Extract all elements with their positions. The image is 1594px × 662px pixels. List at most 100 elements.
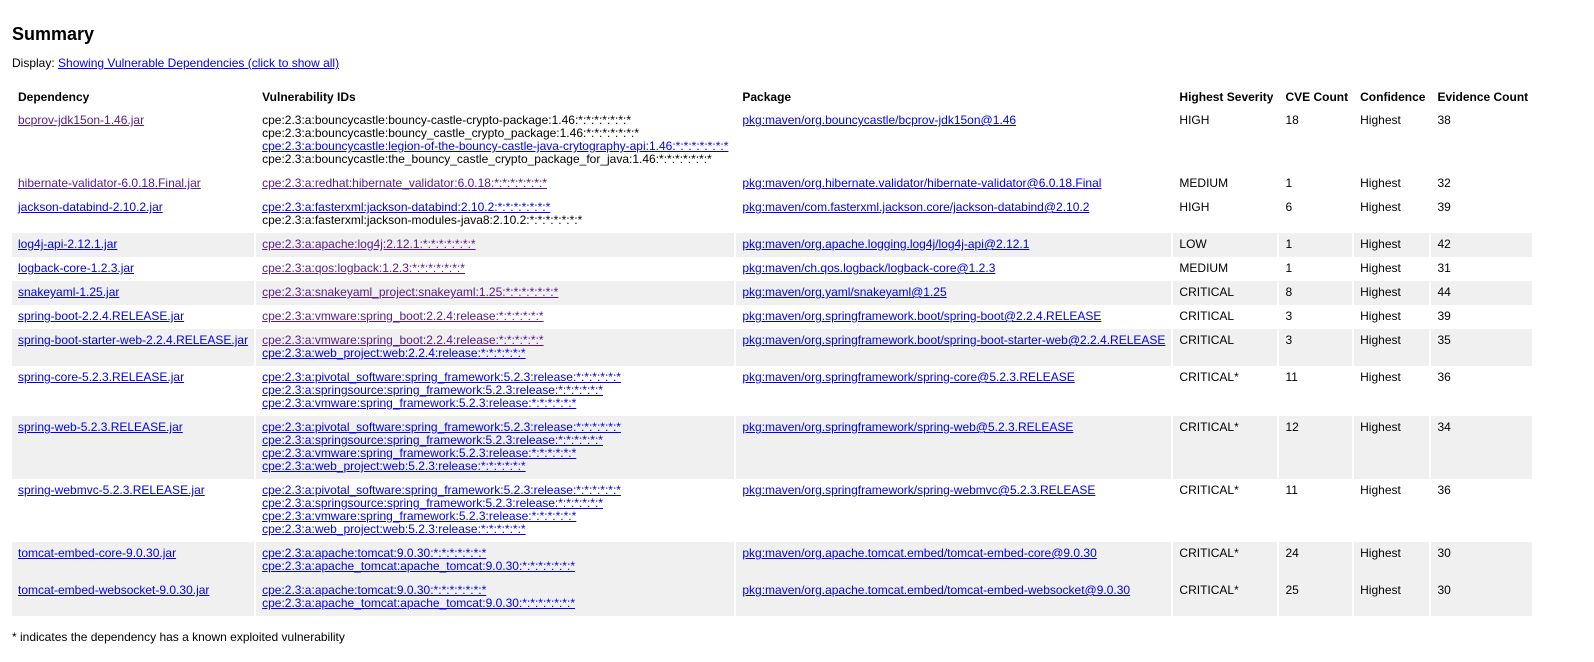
- vulnerability-id-link[interactable]: cpe:2.3:a:apache_tomcat:apache_tomcat:9.…: [262, 560, 728, 573]
- package-cell: pkg:maven/com.fasterxml.jackson.core/jac…: [736, 196, 1174, 233]
- header-vulnerability-ids[interactable]: Vulnerability IDs: [256, 85, 736, 109]
- header-confidence[interactable]: Confidence: [1354, 85, 1431, 109]
- show-all-toggle-link[interactable]: Showing Vulnerable Dependencies (click t…: [58, 56, 339, 70]
- severity-cell: CRITICAL: [1173, 305, 1280, 329]
- package-link[interactable]: pkg:maven/com.fasterxml.jackson.core/jac…: [742, 200, 1089, 214]
- cve-count-cell: 1: [1279, 233, 1355, 257]
- dependency-cell: hibernate-validator-6.0.18.Final.jar: [12, 172, 257, 196]
- package-cell: pkg:maven/org.yaml/snakeyaml@1.25: [736, 281, 1174, 305]
- table-row: spring-web-5.2.3.RELEASE.jar cpe:2.3:a:pi…: [12, 416, 1535, 479]
- package-cell: pkg:maven/org.bouncycastle/bcprov-jdk15o…: [736, 109, 1174, 172]
- cve-count-cell: 12: [1279, 416, 1355, 479]
- header-cve-count[interactable]: CVE Count: [1279, 85, 1354, 109]
- table-row: spring-core-5.2.3.RELEASE.jar cpe:2.3:a:p…: [12, 366, 1535, 416]
- confidence-cell: Highest: [1354, 305, 1432, 329]
- package-cell: pkg:maven/ch.qos.logback/logback-core@1.…: [736, 257, 1174, 281]
- vulnerability-ids-cell: cpe:2.3:a:vmware:spring_boot:2.2.4:relea…: [256, 305, 737, 329]
- dependency-link[interactable]: spring-core-5.2.3.RELEASE.jar: [18, 370, 184, 384]
- package-link[interactable]: pkg:maven/org.apache.tomcat.embed/tomcat…: [742, 546, 1096, 560]
- table-header-row: Dependency Vulnerability IDs Package Hig…: [12, 85, 1534, 109]
- vulnerability-id-link[interactable]: cpe:2.3:a:web_project:web:2.2.4:release:…: [262, 347, 728, 360]
- severity-cell: MEDIUM: [1173, 172, 1280, 196]
- dependency-cell: tomcat-embed-websocket-9.0.30.jar: [12, 579, 257, 616]
- package-cell: pkg:maven/org.springframework/spring-cor…: [736, 366, 1174, 416]
- vulnerability-id-link[interactable]: cpe:2.3:a:qos:logback:1.2.3:*:*:*:*:*:*:…: [262, 262, 728, 275]
- package-link[interactable]: pkg:maven/org.springframework/spring-web…: [742, 420, 1073, 434]
- dependency-link[interactable]: spring-boot-starter-web-2.2.4.RELEASE.ja…: [18, 333, 248, 347]
- vulnerability-id-link[interactable]: cpe:2.3:a:vmware:spring_framework:5.2.3:…: [262, 397, 728, 410]
- table-row: spring-boot-2.2.4.RELEASE.jar cpe:2.3:a:v…: [12, 305, 1535, 329]
- header-dependency[interactable]: Dependency: [12, 85, 256, 109]
- dependency-link[interactable]: log4j-api-2.12.1.jar: [18, 237, 117, 251]
- evidence-count-cell: 42: [1431, 233, 1535, 257]
- cve-count-cell: 3: [1279, 329, 1355, 366]
- dependency-link[interactable]: jackson-databind-2.10.2.jar: [18, 200, 163, 214]
- page-title: Summary: [12, 24, 95, 44]
- package-cell: pkg:maven/org.apache.tomcat.embed/tomcat…: [736, 542, 1174, 579]
- confidence-cell: Highest: [1354, 416, 1432, 479]
- confidence-cell: Highest: [1354, 542, 1432, 579]
- dependency-link[interactable]: tomcat-embed-core-9.0.30.jar: [18, 546, 176, 560]
- vulnerability-id-link[interactable]: cpe:2.3:a:apache_tomcat:apache_tomcat:9.…: [262, 597, 728, 610]
- severity-cell: CRITICAL*: [1173, 416, 1280, 479]
- dependency-link[interactable]: bcprov-jdk15on-1.46.jar: [18, 113, 144, 127]
- cve-count-cell: 6: [1279, 196, 1355, 233]
- severity-cell: LOW: [1173, 233, 1280, 257]
- severity-cell: CRITICAL: [1173, 329, 1280, 366]
- package-link[interactable]: pkg:maven/org.springframework/spring-web…: [742, 483, 1095, 497]
- confidence-cell: Highest: [1354, 196, 1432, 233]
- package-link[interactable]: pkg:maven/org.apache.tomcat.embed/tomcat…: [742, 583, 1130, 597]
- package-link[interactable]: pkg:maven/org.springframework.boot/sprin…: [742, 309, 1101, 323]
- table-row: tomcat-embed-websocket-9.0.30.jar cpe:2.3…: [12, 579, 1535, 616]
- display-label: Display:: [12, 56, 55, 70]
- confidence-cell: Highest: [1354, 479, 1432, 542]
- table-row: spring-boot-starter-web-2.2.4.RELEASE.ja…: [12, 329, 1535, 366]
- table-row: hibernate-validator-6.0.18.Final.jar cpe:…: [12, 172, 1535, 196]
- package-link[interactable]: pkg:maven/org.springframework/spring-cor…: [742, 370, 1074, 384]
- package-link[interactable]: pkg:maven/org.hibernate.validator/hibern…: [742, 176, 1101, 190]
- vulnerability-id-link[interactable]: cpe:2.3:a:web_project:web:5.2.3:release:…: [262, 523, 728, 536]
- severity-cell: CRITICAL*: [1173, 542, 1280, 579]
- confidence-cell: Highest: [1354, 233, 1432, 257]
- severity-cell: HIGH: [1173, 109, 1280, 172]
- vulnerability-id-link[interactable]: cpe:2.3:a:web_project:web:5.2.3:release:…: [262, 460, 728, 473]
- cve-count-cell: 24: [1279, 542, 1355, 579]
- package-cell: pkg:maven/org.springframework/spring-web…: [736, 416, 1174, 479]
- package-cell: pkg:maven/org.apache.tomcat.embed/tomcat…: [736, 579, 1174, 616]
- header-highest-severity[interactable]: Highest Severity: [1173, 85, 1279, 109]
- vulnerability-ids-cell: cpe:2.3:a:apache:tomcat:9.0.30:*:*:*:*:*…: [256, 579, 737, 616]
- dependency-cell: snakeyaml-1.25.jar: [12, 281, 257, 305]
- package-link[interactable]: pkg:maven/org.yaml/snakeyaml@1.25: [742, 285, 946, 299]
- cve-count-cell: 1: [1279, 172, 1355, 196]
- vulnerability-ids-cell: cpe:2.3:a:fasterxml:jackson-databind:2.1…: [256, 196, 737, 233]
- evidence-count-cell: 30: [1431, 579, 1535, 616]
- vulnerability-ids-cell: cpe:2.3:a:apache:tomcat:9.0.30:*:*:*:*:*…: [256, 542, 737, 579]
- package-link[interactable]: pkg:maven/org.springframework.boot/sprin…: [742, 333, 1165, 347]
- vulnerability-id-link[interactable]: cpe:2.3:a:apache:log4j:2.12.1:*:*:*:*:*:…: [262, 238, 728, 251]
- dependency-cell: spring-web-5.2.3.RELEASE.jar: [12, 416, 257, 479]
- dependency-link[interactable]: tomcat-embed-websocket-9.0.30.jar: [18, 583, 209, 597]
- table-row: snakeyaml-1.25.jar cpe:2.3:a:snakeyaml_pr…: [12, 281, 1535, 305]
- dependency-link[interactable]: hibernate-validator-6.0.18.Final.jar: [18, 176, 201, 190]
- vulnerability-id-link[interactable]: cpe:2.3:a:redhat:hibernate_validator:6.0…: [262, 177, 728, 190]
- dependency-link[interactable]: spring-web-5.2.3.RELEASE.jar: [18, 420, 183, 434]
- header-evidence-count[interactable]: Evidence Count: [1431, 85, 1534, 109]
- header-package[interactable]: Package: [736, 85, 1173, 109]
- vulnerability-id-link[interactable]: cpe:2.3:a:vmware:spring_boot:2.2.4:relea…: [262, 310, 728, 323]
- dependency-cell: log4j-api-2.12.1.jar: [12, 233, 257, 257]
- severity-cell: MEDIUM: [1173, 257, 1280, 281]
- package-cell: pkg:maven/org.springframework.boot/sprin…: [736, 305, 1174, 329]
- report-container: Summary Display: Showing Vulnerable Depe…: [0, 0, 1594, 644]
- summary-table-body: bcprov-jdk15on-1.46.jar cpe:2.3:a:bouncyc…: [12, 109, 1535, 616]
- package-link[interactable]: pkg:maven/org.bouncycastle/bcprov-jdk15o…: [742, 113, 1016, 127]
- dependency-link[interactable]: logback-core-1.2.3.jar: [18, 261, 134, 275]
- table-row: tomcat-embed-core-9.0.30.jar cpe:2.3:a:ap…: [12, 542, 1535, 579]
- dependency-link[interactable]: snakeyaml-1.25.jar: [18, 285, 119, 299]
- dependency-link[interactable]: spring-webmvc-5.2.3.RELEASE.jar: [18, 483, 205, 497]
- dependency-link[interactable]: spring-boot-2.2.4.RELEASE.jar: [18, 309, 184, 323]
- package-link[interactable]: pkg:maven/org.apache.logging.log4j/log4j…: [742, 237, 1029, 251]
- package-link[interactable]: pkg:maven/ch.qos.logback/logback-core@1.…: [742, 261, 995, 275]
- vulnerability-id-link[interactable]: cpe:2.3:a:snakeyaml_project:snakeyaml:1.…: [262, 286, 728, 299]
- dependency-cell: bcprov-jdk15on-1.46.jar: [12, 109, 257, 172]
- confidence-cell: Highest: [1354, 329, 1432, 366]
